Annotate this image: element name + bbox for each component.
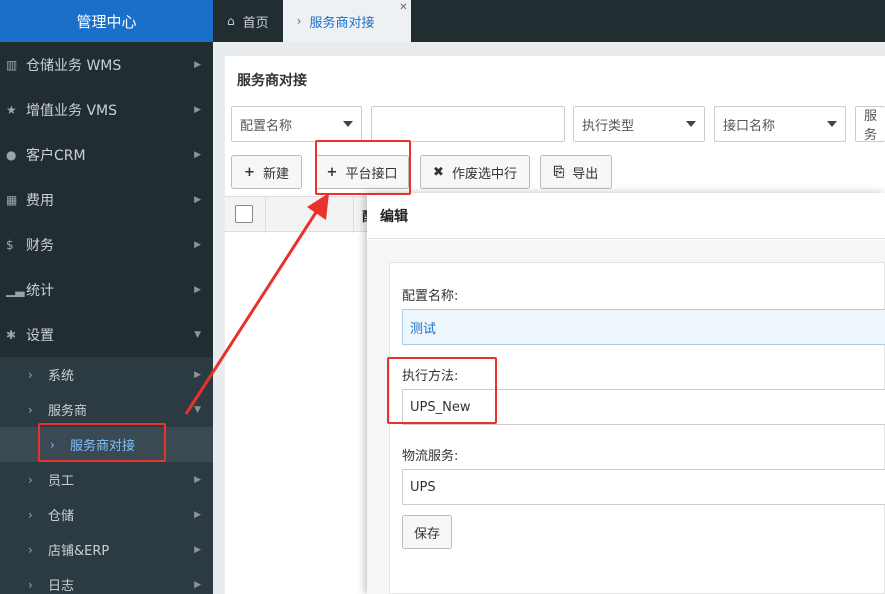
filter-label: 配置名称	[240, 118, 293, 134]
plus-icon: +	[244, 164, 255, 180]
chevron-right-icon: ›	[28, 367, 33, 382]
star-icon: ★	[6, 102, 17, 117]
caret-right-icon: ▶	[194, 369, 201, 380]
chevron-right-icon: ›	[28, 507, 33, 522]
gear-icon: ✱	[6, 327, 17, 342]
filter-config-name[interactable]: 配置名称	[231, 106, 362, 142]
caret-right-icon: ▶	[194, 284, 201, 295]
sub-item-warehouse[interactable]: › 仓储 ▶	[0, 497, 213, 532]
dollar-icon: $	[6, 237, 14, 252]
user-circle-icon: ●	[6, 147, 17, 162]
caret-right-icon: ▶	[194, 239, 201, 250]
nav-item-wms[interactable]: ▥ 仓储业务 WMS ▶	[0, 42, 213, 87]
bar-chart-icon: ▁▃	[6, 282, 25, 297]
bank-icon: ▥	[6, 57, 18, 72]
caret-right-icon: ▶	[194, 579, 201, 590]
config-name-input[interactable]: 测试	[402, 309, 885, 345]
filter-service[interactable]: 服务	[855, 106, 885, 142]
nav-label: 统计	[26, 282, 54, 299]
nav-label: 财务	[26, 237, 54, 254]
nav-item-fee[interactable]: ▦ 费用 ▶	[0, 177, 213, 222]
tab-label: 服务商对接	[309, 15, 375, 31]
filter-label: 执行类型	[582, 118, 635, 134]
sub-item-store-erp[interactable]: › 店铺&ERP ▶	[0, 532, 213, 567]
logistics-service-input[interactable]: UPS	[402, 469, 885, 505]
nav-label: 仓储业务 WMS	[26, 57, 122, 74]
settings-submenu: › 系统 ▶ › 服务商 ▼ › 服务商对接 › 员工 ▶ › 仓储 ▶ › 店…	[0, 357, 213, 594]
caret-right-icon: ▶	[194, 149, 201, 160]
caret-right-icon: ▶	[194, 474, 201, 485]
export-icon: ⎘	[553, 164, 565, 180]
annotation-box-platform	[315, 140, 411, 195]
nav-item-settings[interactable]: ✱ 设置 ▼	[0, 312, 213, 357]
annotation-box-sidebar	[38, 423, 166, 462]
nav-item-vms[interactable]: ★ 增值业务 VMS ▶	[0, 87, 213, 132]
chevron-right-icon: ›	[28, 402, 33, 417]
caret-right-icon: ▶	[194, 194, 201, 205]
tab-home[interactable]: ⌂ 首页	[213, 0, 283, 42]
tab-provider-integration[interactable]: › 服务商对接 ✕	[282, 0, 411, 42]
chevron-right-icon: ›	[296, 14, 302, 28]
void-selected-button[interactable]: ✖ 作废选中行	[420, 155, 530, 189]
chevron-right-icon: ›	[28, 542, 33, 557]
select-all-checkbox[interactable]	[235, 205, 253, 223]
form-panel: 配置名称: 测试 执行方法: UPS_New 物流服务: UPS 保存	[389, 262, 885, 594]
x-icon: ✖	[433, 164, 444, 180]
sidebar: 管理中心 ▥ 仓储业务 WMS ▶ ★ 增值业务 VMS ▶ ● 客户CRM ▶…	[0, 0, 213, 594]
nav-item-finance[interactable]: $ 财务 ▶	[0, 222, 213, 267]
nav-label: 客户CRM	[26, 147, 86, 164]
tab-label: 首页	[242, 15, 269, 31]
caret-right-icon: ▶	[194, 59, 201, 70]
caret-down-icon: ▼	[194, 329, 201, 340]
sub-item-staff[interactable]: › 员工 ▶	[0, 462, 213, 497]
column-divider	[265, 197, 266, 233]
save-button[interactable]: 保存	[402, 515, 452, 549]
new-button[interactable]: + 新建	[231, 155, 302, 189]
brand-title: 管理中心	[0, 0, 213, 42]
sub-label: 系统	[48, 369, 75, 384]
logistics-service-label: 物流服务:	[402, 449, 459, 464]
sub-label: 店铺&ERP	[48, 544, 110, 559]
nav-label: 增值业务 VMS	[26, 102, 117, 119]
filter-label: 服务	[864, 109, 878, 142]
page-title: 服务商对接	[237, 73, 307, 89]
nav-item-crm[interactable]: ● 客户CRM ▶	[0, 132, 213, 177]
chevron-right-icon: ›	[28, 577, 33, 592]
caret-down-icon: ▼	[194, 404, 201, 415]
home-icon: ⌂	[227, 14, 235, 28]
caret-right-icon: ▶	[194, 544, 201, 555]
nav-label: 费用	[26, 192, 54, 209]
filter-api-name[interactable]: 接口名称	[714, 106, 846, 142]
sub-item-provider[interactable]: › 服务商 ▼	[0, 392, 213, 427]
tab-bar: ⌂ 首页 › 服务商对接 ✕	[213, 0, 885, 42]
caret-down-icon	[343, 121, 353, 127]
config-name-label: 配置名称:	[402, 289, 459, 304]
caret-right-icon: ▶	[194, 509, 201, 520]
nav-item-stats[interactable]: ▁▃ 统计 ▶	[0, 267, 213, 312]
close-icon[interactable]: ✕	[399, 2, 407, 13]
sub-label: 日志	[48, 579, 75, 594]
sub-label: 员工	[48, 474, 75, 489]
export-button[interactable]: ⎘ 导出	[540, 155, 612, 189]
sub-label: 服务商	[48, 404, 88, 419]
nav-label: 设置	[26, 327, 54, 344]
sub-item-system[interactable]: › 系统 ▶	[0, 357, 213, 392]
button-label: 新建	[262, 166, 289, 182]
filter-text-input[interactable]	[371, 106, 565, 142]
sub-label: 仓储	[48, 509, 75, 524]
button-label: 作废选中行	[451, 166, 517, 182]
caret-down-icon	[827, 121, 837, 127]
sub-item-log[interactable]: › 日志 ▶	[0, 567, 213, 594]
filter-label: 接口名称	[723, 118, 776, 134]
button-label: 导出	[572, 166, 599, 182]
column-divider	[353, 197, 354, 233]
caret-down-icon	[686, 121, 696, 127]
filter-exec-type[interactable]: 执行类型	[573, 106, 705, 142]
caret-right-icon: ▶	[194, 104, 201, 115]
grid-icon: ▦	[6, 192, 18, 207]
modal-title: 编辑	[367, 193, 885, 239]
chevron-right-icon: ›	[28, 472, 33, 487]
annotation-box-exec-method	[387, 357, 497, 424]
